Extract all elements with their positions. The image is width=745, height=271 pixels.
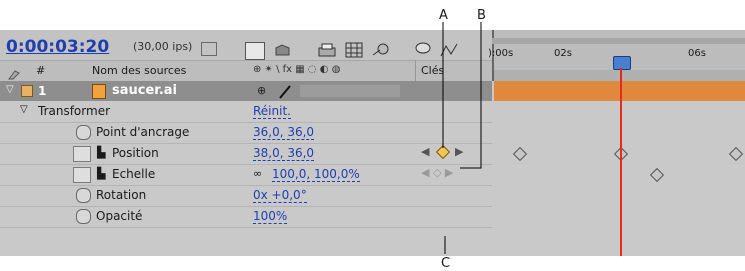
callout-lines [442,22,482,254]
